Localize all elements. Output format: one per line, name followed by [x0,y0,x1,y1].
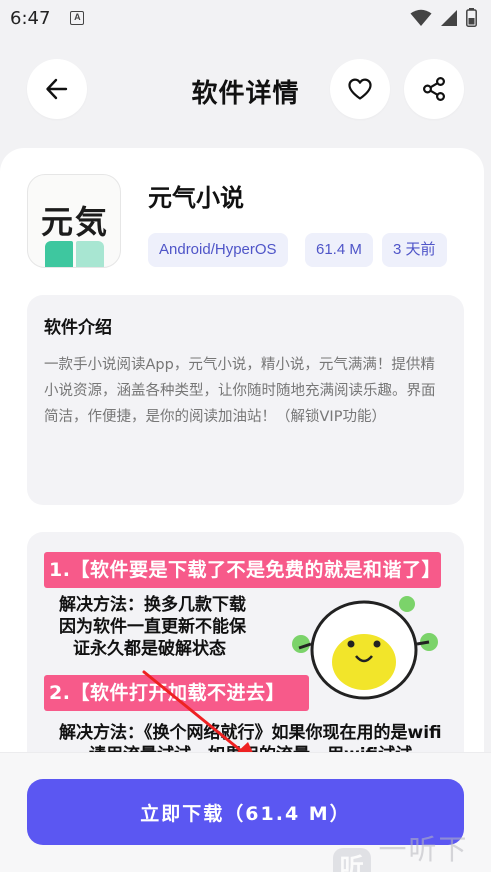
share-icon [422,76,446,102]
intro-text: 一款手小说阅读App，元气小说，精小说，元气满满！提供精小说资源，涵盖各种类型，… [44,357,436,425]
watermark-logo: 听 [333,848,371,872]
platform-tag: Android/HyperOS [148,233,288,267]
egg-mascot-illustration [292,596,438,700]
status-bar: 6:47 A [0,0,491,36]
banner-1-text: 1.【软件要是下载了不是免费的就是和谐了】 [49,559,441,581]
book-right-shape [76,241,104,267]
status-time: 6:47 [10,7,51,29]
share-button[interactable] [404,59,464,119]
a-letter-icon: A [70,11,85,25]
signal-icon [441,9,457,26]
app-icon-text: 元気 [40,203,109,241]
intro-title: 软件介绍 [44,318,112,338]
watermark-text: 一听下载 [378,833,469,866]
status-icons [410,8,477,27]
date-tag: 3 天前 [382,233,447,267]
solution-1-line-3: 证永久都是破解状态 [73,639,226,659]
book-left-shape [45,241,73,267]
wifi-icon [410,9,432,26]
battery-icon [466,8,477,27]
heart-icon [348,78,372,100]
watermark: 听 一听下载 [333,828,491,872]
favorite-button[interactable] [330,59,390,119]
intro-card: 软件介绍 一款手小说阅读App，元气小说，精小说，元气满满！提供精小说资源，涵盖… [27,295,464,505]
app-name: 元气小说 [148,184,244,212]
size-tag: 61.4 M [305,233,373,267]
app-icon: 元気 [27,174,121,268]
